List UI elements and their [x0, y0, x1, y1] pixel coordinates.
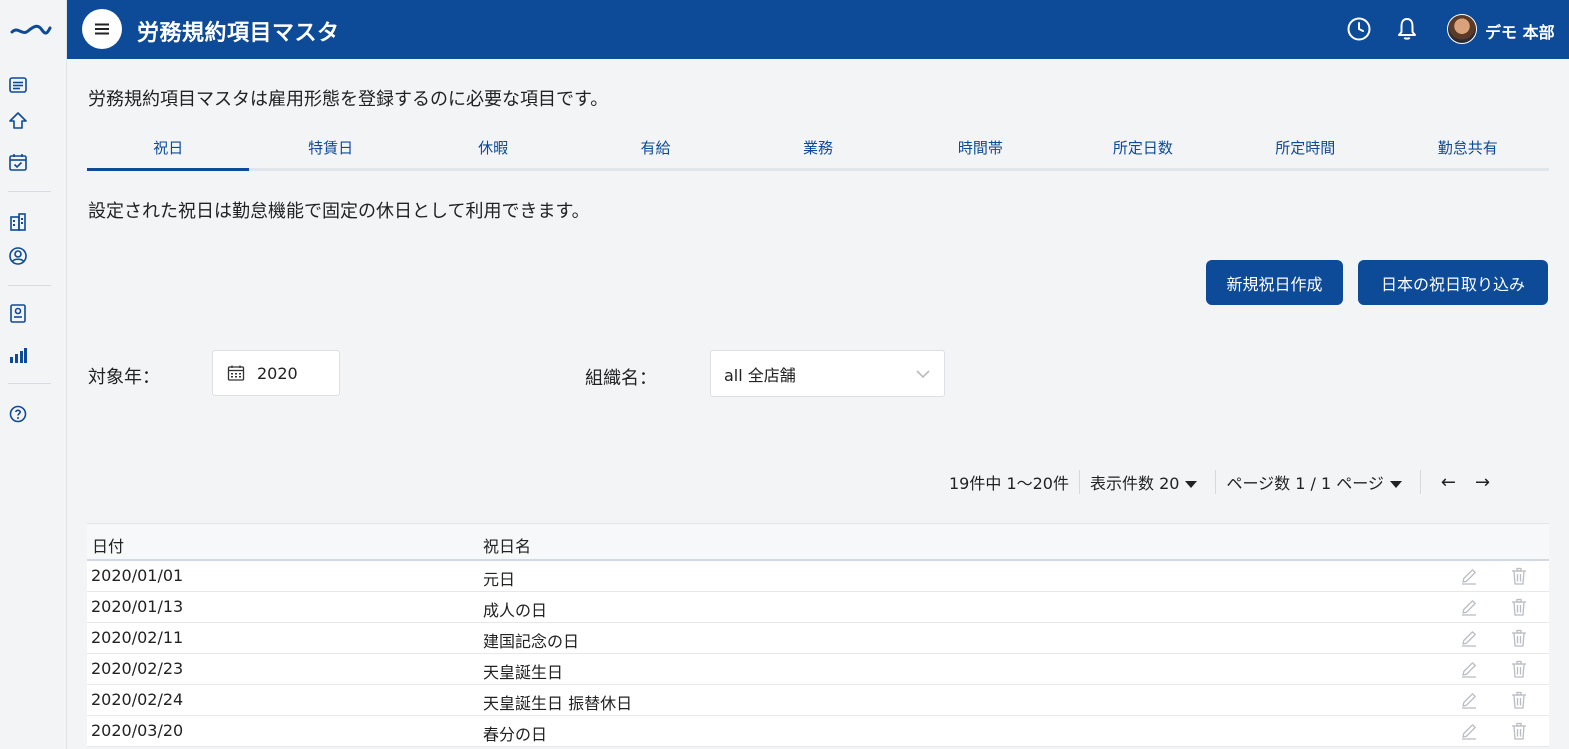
edit-icon[interactable] [1459, 659, 1479, 679]
page-select[interactable]: ページ数 1 / 1 ページ [1226, 470, 1402, 494]
column-header-name[interactable]: 祝日名 [483, 533, 531, 557]
tab-special-pay-day[interactable]: 特賃日 [249, 131, 411, 168]
cell-date: 2020/03/20 [91, 721, 184, 740]
table-header: 日付 祝日名 [87, 523, 1549, 561]
tab-scheduled-days[interactable]: 所定日数 [1062, 131, 1224, 168]
bell-icon[interactable] [1394, 16, 1420, 42]
help-icon[interactable] [8, 404, 28, 424]
tab-scheduled-hours[interactable]: 所定時間 [1224, 131, 1386, 168]
cell-date: 2020/02/11 [91, 628, 184, 647]
tab-time-slot[interactable]: 時間帯 [899, 131, 1061, 168]
caret-down-icon [1185, 481, 1198, 488]
year-picker[interactable]: 2020 [212, 350, 340, 396]
sidebar [0, 0, 67, 749]
table-row: 2020/03/20 春分の日 [87, 716, 1549, 747]
table-body: 2020/01/01 元日 2020/01/13 成人の日 2020/02/11 建国記念… [87, 561, 1549, 747]
cell-date: 2020/02/23 [91, 659, 184, 678]
edit-icon[interactable] [1459, 721, 1479, 741]
sidebar-divider [8, 191, 51, 192]
table-row: 2020/02/11 建国記念の日 [87, 623, 1549, 654]
tab-holiday[interactable]: 祝日 [87, 131, 250, 171]
year-label: 対象年： [88, 367, 160, 388]
cell-holiday-name: 建国記念の日 [483, 632, 580, 651]
calendar-check-icon[interactable] [8, 152, 28, 172]
cell-date: 2020/01/01 [91, 566, 184, 585]
table-row: 2020/01/01 元日 [87, 561, 1549, 592]
trash-icon[interactable] [1509, 566, 1529, 586]
sidebar-divider [8, 383, 51, 384]
tab-work[interactable]: 業務 [737, 131, 899, 168]
tab-leave[interactable]: 休暇 [412, 131, 574, 168]
pagination: 19件中 1〜20件 表示件数 20 ページ数 1 / 1 ページ ← → [949, 469, 1490, 495]
tab-paid-leave[interactable]: 有給 [574, 131, 736, 168]
prev-page-button[interactable]: ← [1441, 472, 1456, 493]
trash-icon[interactable] [1509, 597, 1529, 617]
trash-icon[interactable] [1509, 628, 1529, 648]
tab-bar: 祝日 特賃日 休暇 有給 業務 時間帯 所定日数 所定時間 勤怠共有 [87, 131, 1549, 171]
cell-holiday-name: 天皇誕生日 振替休日 [483, 694, 633, 713]
trash-icon[interactable] [1509, 690, 1529, 710]
list-icon[interactable] [8, 75, 28, 95]
next-page-button[interactable]: → [1475, 472, 1490, 493]
edit-icon[interactable] [1459, 690, 1479, 710]
pager-divider [1079, 470, 1080, 494]
bar-chart-icon[interactable] [8, 345, 28, 365]
building-icon[interactable] [8, 212, 28, 232]
result-summary: 19件中 1〜20件 [949, 474, 1069, 493]
edit-icon[interactable] [1459, 628, 1479, 648]
org-select[interactable]: all 全店舗 [710, 350, 945, 397]
page-title: 労務規約項目マスタ [137, 21, 340, 46]
edit-icon[interactable] [1459, 566, 1479, 586]
table-row: 2020/02/23 天皇誕生日 [87, 654, 1549, 685]
chevron-down-icon [916, 370, 930, 379]
sidebar-divider [8, 285, 51, 286]
table-row: 2020/02/24 天皇誕生日 振替休日 [87, 685, 1549, 716]
menu-button[interactable] [82, 9, 122, 49]
org-value: all 全店舗 [724, 365, 796, 385]
per-page-select[interactable]: 表示件数 20 [1090, 470, 1198, 494]
cell-date: 2020/01/13 [91, 597, 184, 616]
clock-icon[interactable] [1346, 16, 1372, 42]
id-badge-icon[interactable] [8, 303, 28, 323]
cell-holiday-name: 天皇誕生日 [483, 663, 564, 682]
user-name[interactable]: デモ 本部 [1485, 19, 1555, 43]
intro-text: 労務規約項目マスタは雇用形態を登録するのに必要な項目です。 [88, 89, 609, 110]
app-header: 労務規約項目マスタ デモ 本部 [67, 0, 1569, 59]
hamburger-icon [95, 23, 109, 35]
trash-icon[interactable] [1509, 659, 1529, 679]
main-content: 労務規約項目マスタは雇用形態を登録するのに必要な項目です。 祝日 特賃日 休暇 … [67, 59, 1569, 749]
home-icon[interactable] [8, 111, 28, 131]
column-header-date[interactable]: 日付 [92, 533, 124, 557]
avatar[interactable] [1447, 14, 1477, 44]
caret-down-icon [1389, 481, 1402, 488]
trash-icon[interactable] [1509, 721, 1529, 741]
cell-holiday-name: 春分の日 [483, 725, 548, 744]
new-holiday-button[interactable]: 新規祝日作成 [1206, 260, 1343, 305]
logo-wave-icon[interactable] [10, 18, 52, 40]
table-row: 2020/01/13 成人の日 [87, 592, 1549, 623]
pager-divider [1419, 470, 1421, 494]
user-circle-icon[interactable] [8, 246, 28, 266]
tab-description: 設定された祝日は勤怠機能で固定の休日として利用できます。 [88, 201, 590, 222]
tab-attendance-share[interactable]: 勤怠共有 [1387, 131, 1549, 168]
org-label: 組織名： [585, 368, 657, 389]
year-value: 2020 [257, 363, 298, 383]
cell-holiday-name: 成人の日 [483, 601, 548, 620]
cell-date: 2020/02/24 [91, 690, 184, 709]
calendar-icon [227, 365, 245, 381]
cell-holiday-name: 元日 [483, 570, 516, 589]
pager-divider [1215, 470, 1217, 494]
import-japan-holidays-button[interactable]: 日本の祝日取り込み [1358, 260, 1548, 305]
holiday-table: 日付 祝日名 2020/01/01 元日 2020/01/13 成人の日 2020/02… [87, 523, 1549, 747]
edit-icon[interactable] [1459, 597, 1479, 617]
